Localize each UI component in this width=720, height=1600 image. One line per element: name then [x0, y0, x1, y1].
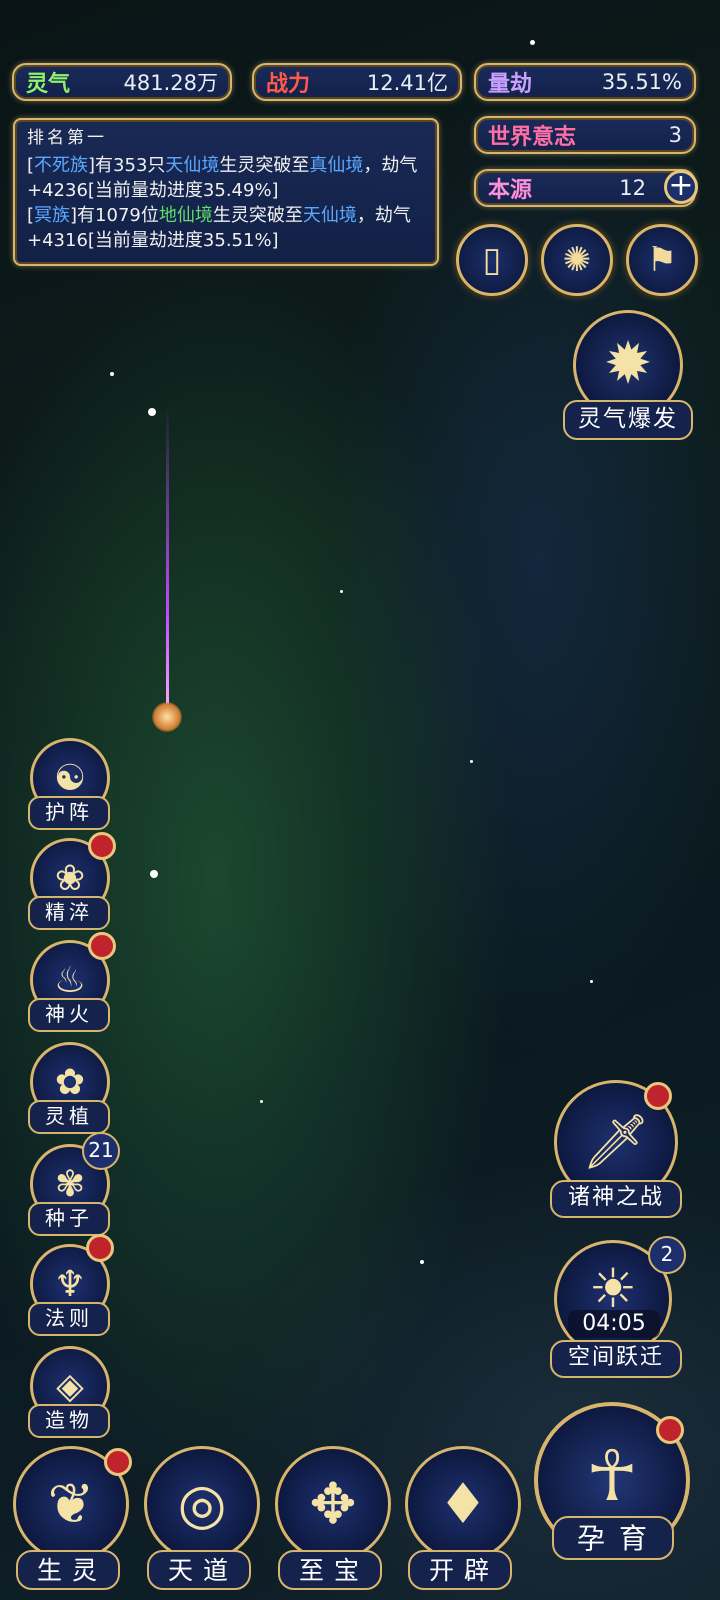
news-text: [ [27, 205, 35, 226]
side-button-zaowu[interactable]: ◈ 造物 [26, 1346, 114, 1438]
side-button-shenhuo[interactable]: ♨ 神火 [26, 932, 116, 1032]
seed-count-badge: 21 [82, 1132, 120, 1170]
star [530, 40, 535, 45]
news-text: 生灵突破至 [212, 205, 303, 226]
side-button-label: 护阵 [28, 796, 110, 830]
star [420, 1260, 424, 1264]
star [110, 372, 114, 376]
realm-name: 天仙境 [302, 205, 357, 226]
portal-button[interactable]: ✺ [541, 224, 613, 296]
nav-kaipi[interactable]: ♦ 开辟 [400, 1446, 521, 1596]
stat-label: 量劫 [488, 72, 533, 97]
yunyu-button[interactable]: ☥ 孕育 [530, 1398, 698, 1594]
notification-dot [88, 832, 116, 860]
news-line: [不死族]有353只天仙境生灵突破至真仙境，劫气+4236[当前量劫进度35.4… [27, 153, 425, 203]
news-header: 排名第一 [27, 128, 107, 148]
scroll-button[interactable]: ⚑ [626, 224, 698, 296]
side-button-label: 种子 [28, 1202, 110, 1236]
card-icon: ▯ [482, 240, 502, 280]
side-button-faze[interactable]: ♆ 法则 [26, 1234, 114, 1336]
nav-label: 开辟 [408, 1550, 512, 1590]
news-text: 生灵突破至 [219, 155, 310, 176]
star [260, 1100, 263, 1103]
side-button-label: 造物 [28, 1404, 110, 1438]
realm-name: 天仙境 [165, 155, 220, 176]
notification-dot [644, 1082, 672, 1110]
notification-dot [86, 1234, 114, 1262]
plus-icon: + [668, 168, 694, 203]
tribe-name: 不死族 [34, 155, 89, 176]
side-button-lingzhi[interactable]: ✿ 灵植 [26, 1042, 114, 1134]
star [470, 760, 473, 763]
nav-label: 天道 [147, 1550, 251, 1590]
side-button-label: 神火 [28, 998, 110, 1032]
meteor-trail [166, 405, 169, 705]
tribe-name: 冥族 [34, 205, 71, 226]
scroll-icon: ⚑ [646, 240, 678, 280]
space-jump-timer: 04:05 [568, 1310, 660, 1338]
news-text: [ [27, 155, 35, 176]
news-text: ]有353只 [88, 155, 166, 176]
stat-liangjie[interactable]: 量劫 35.51% [474, 63, 696, 101]
war-of-gods-button[interactable]: 🗡 诸神之战 [548, 1080, 684, 1220]
star [340, 590, 343, 593]
stat-value: 12 [619, 176, 646, 200]
realm-name: 地仙境 [158, 205, 213, 226]
side-button-label: 灵植 [28, 1100, 110, 1134]
stat-label: 灵气 [26, 72, 71, 97]
stat-value: 3 [668, 123, 682, 147]
stat-benyuan[interactable]: 本源 12 [474, 169, 696, 207]
side-button-label: 精淬 [28, 896, 110, 930]
card-button[interactable]: ▯ [456, 224, 528, 296]
stat-label: 战力 [266, 72, 311, 97]
wave-icon: ◎ [144, 1446, 260, 1562]
space-jump-badge: 2 [648, 1236, 686, 1274]
notification-dot [88, 932, 116, 960]
space-jump-label: 空间跃迁 [550, 1340, 682, 1378]
nav-label: 生灵 [16, 1550, 120, 1590]
realm-name: 真仙境 [309, 155, 364, 176]
lingqi-burst-button[interactable]: ✹ 灵气爆发 [563, 310, 693, 440]
side-button-zhongzi[interactable]: ✾ 种子 21 [26, 1132, 120, 1236]
side-button-jingcui[interactable]: ❀ 精淬 [26, 832, 116, 930]
star [148, 408, 156, 416]
stat-value: 35.51% [601, 70, 682, 94]
stat-label: 本源 [488, 178, 533, 203]
lingqi-burst-label: 灵气爆发 [563, 400, 693, 440]
add-benyuan-button[interactable]: + [664, 170, 698, 204]
treasure-icon: ✥ [275, 1446, 391, 1562]
yunyu-label: 孕育 [552, 1516, 674, 1560]
stat-lingqi[interactable]: 灵气 481.28万 [12, 63, 232, 101]
nav-zhibao[interactable]: ✥ 至宝 [270, 1446, 391, 1596]
meteor-head [152, 702, 182, 732]
news-panel: 排名第一 [不死族]有353只天仙境生灵突破至真仙境，劫气+4236[当前量劫进… [13, 118, 439, 266]
stat-zhanli[interactable]: 战力 12.41亿 [252, 63, 462, 101]
stat-value: 481.28万 [123, 71, 218, 95]
news-text: ]有1079位 [70, 205, 159, 226]
space-jump-button[interactable]: ☀ 04:05 空间跃迁 2 [548, 1236, 686, 1386]
news-line: [冥族]有1079位地仙境生灵突破至天仙境，劫气+4316[当前量劫进度35.5… [27, 203, 425, 253]
nav-label: 至宝 [278, 1550, 382, 1590]
nav-tiandao[interactable]: ◎ 天道 [139, 1446, 260, 1596]
crystal-icon: ♦ [405, 1446, 521, 1562]
stat-label: 世界意志 [488, 125, 577, 150]
nav-shengling[interactable]: ❦ 生灵 [8, 1446, 132, 1596]
notification-dot [104, 1448, 132, 1476]
star [590, 980, 593, 983]
notification-dot [656, 1416, 684, 1444]
stat-value: 12.41亿 [366, 71, 448, 95]
war-of-gods-label: 诸神之战 [550, 1180, 682, 1218]
side-button-label: 法则 [28, 1302, 110, 1336]
star [150, 870, 158, 878]
swirl-icon: ✺ [562, 240, 592, 280]
stat-world-will[interactable]: 世界意志 3 [474, 116, 696, 154]
side-button-huzhen[interactable]: ☯ 护阵 [26, 738, 114, 830]
